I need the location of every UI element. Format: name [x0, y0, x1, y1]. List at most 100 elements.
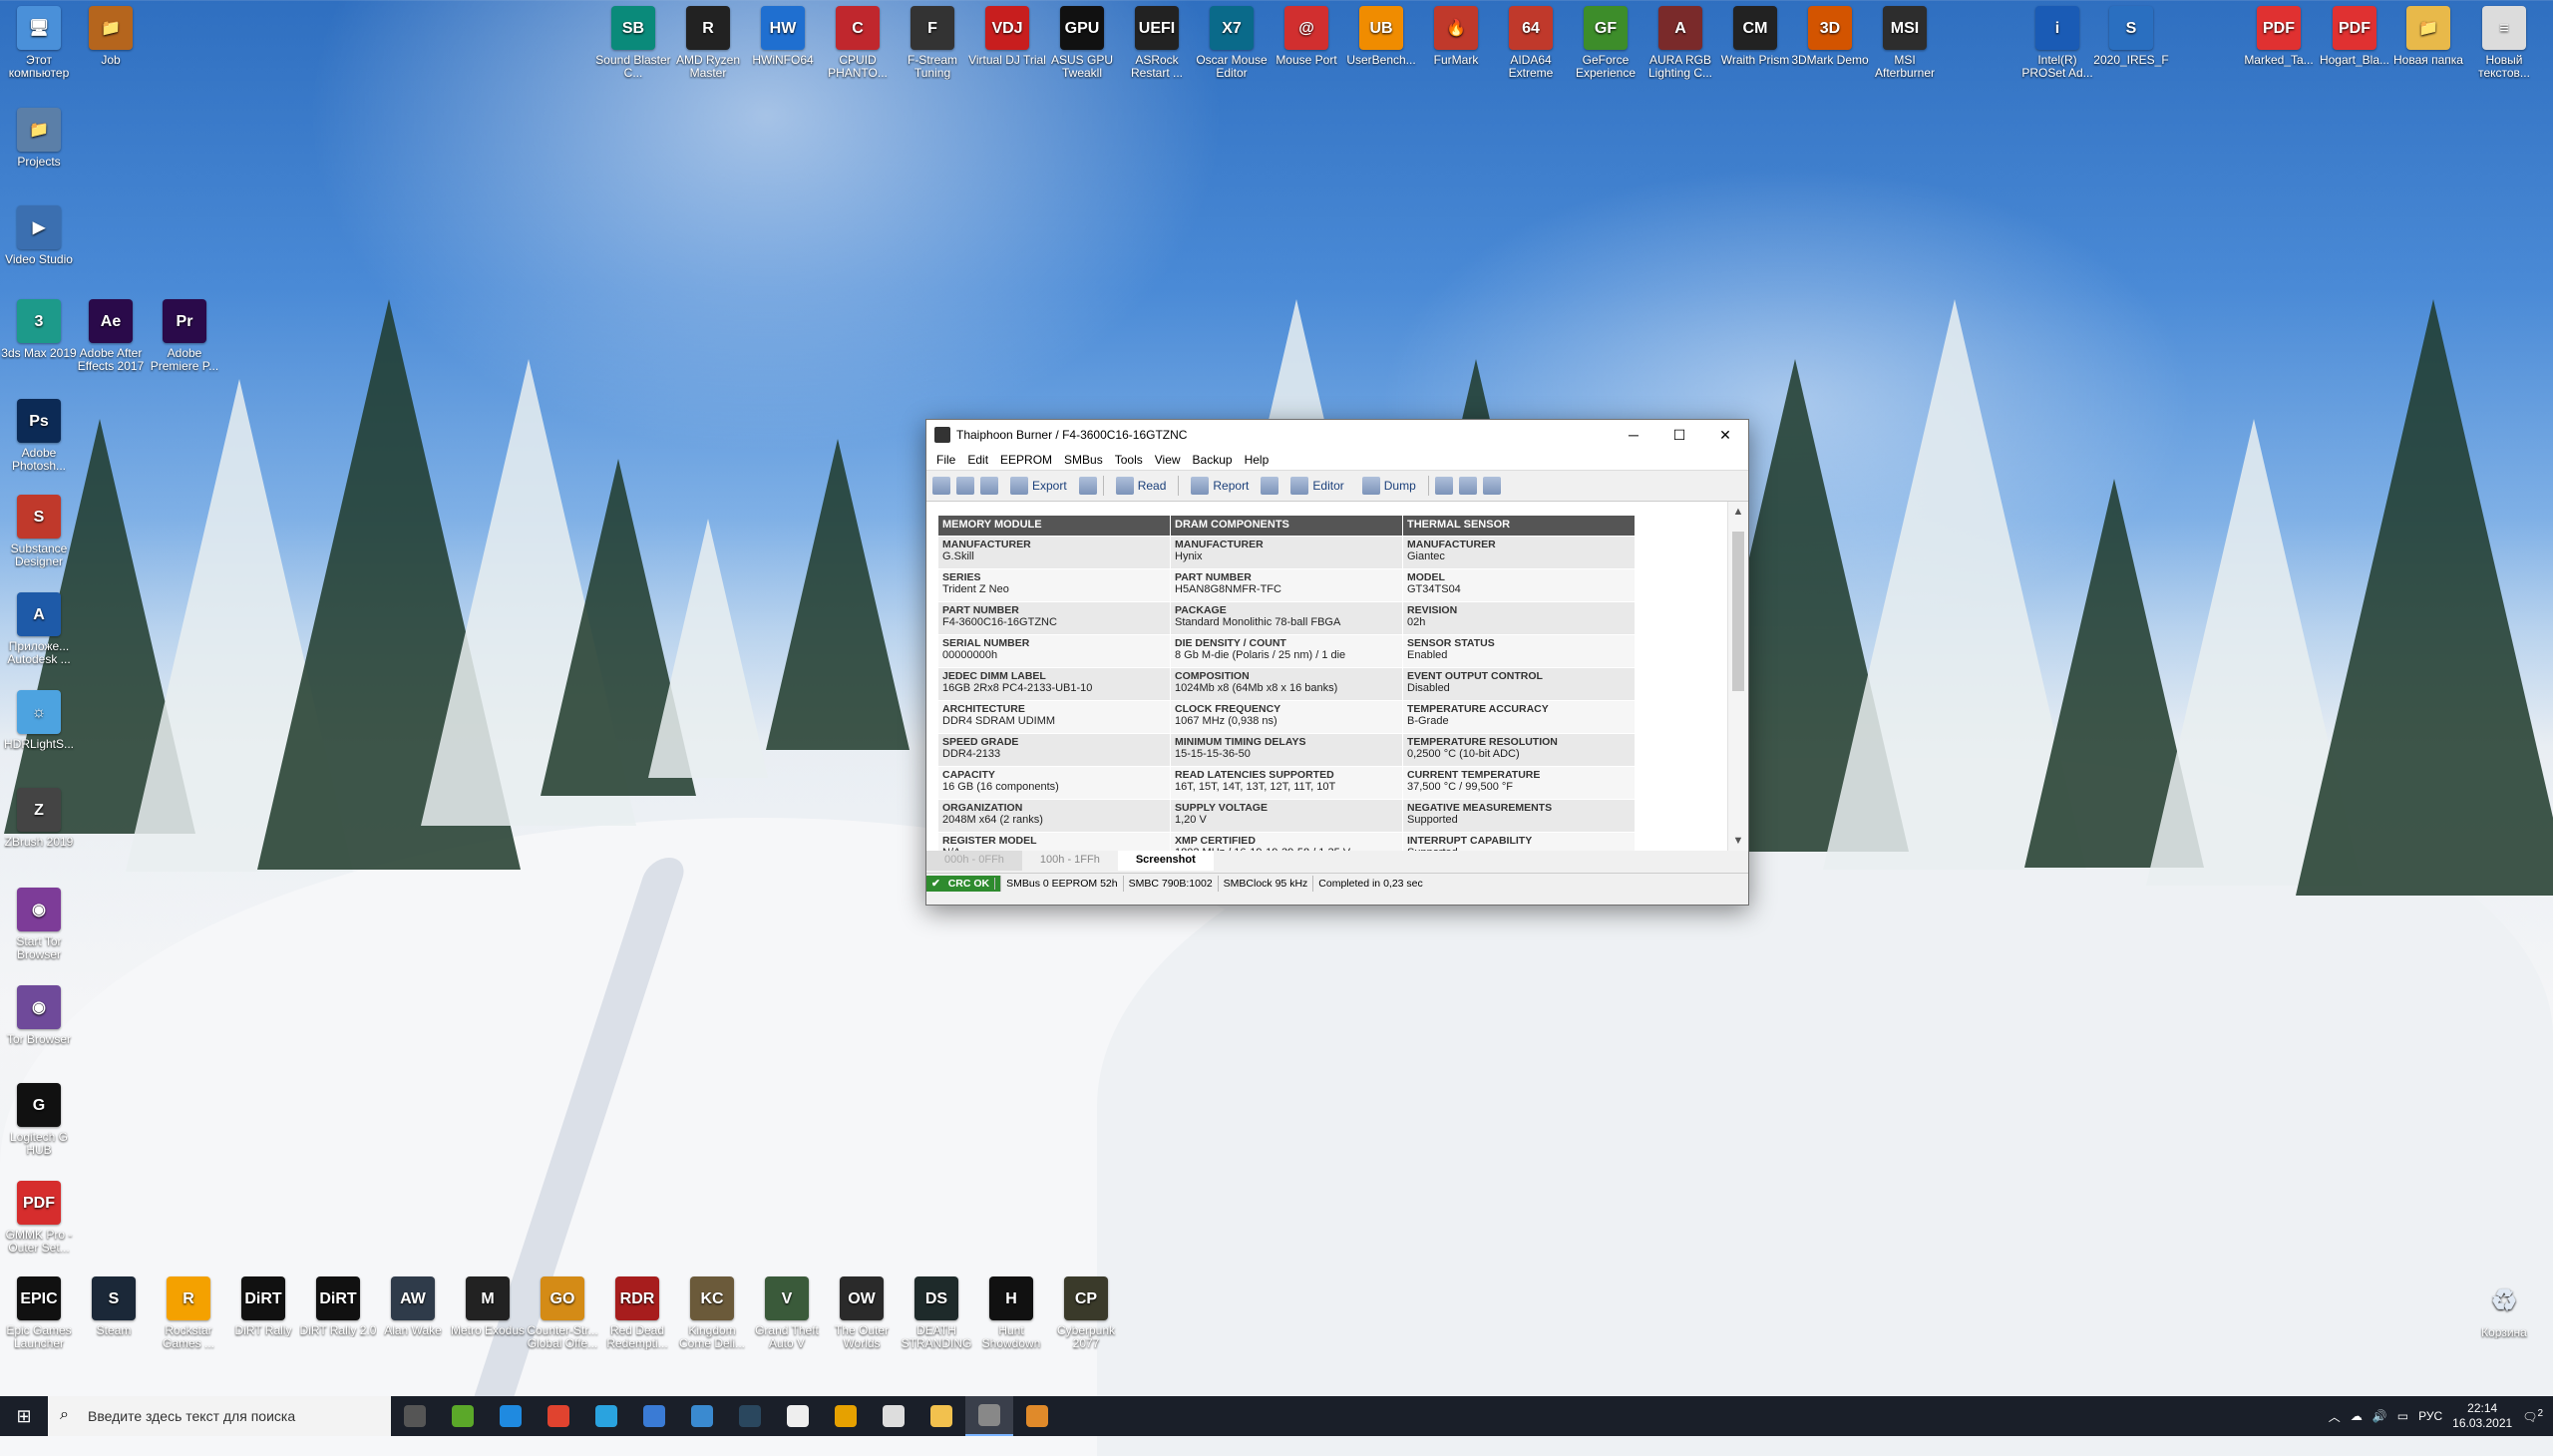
desktop-icon-top-9[interactable]: @ Mouse Port [1268, 6, 1345, 67]
desktop-icon-top-8[interactable]: X7 Oscar Mouse Editor [1193, 6, 1271, 80]
menu-item-help[interactable]: Help [1239, 453, 1276, 467]
desktop-icon-top-1[interactable]: R AMD Ryzen Master [669, 6, 747, 80]
game-icon-1[interactable]: S Steam [75, 1276, 153, 1337]
search-box[interactable]: ⌕ Введите здесь текст для поиска [48, 1396, 391, 1436]
game-icon-4[interactable]: DiRT DiRT Rally 2.0 [299, 1276, 377, 1337]
tab-000h[interactable]: 000h - 0FFh [926, 851, 1022, 871]
close-button[interactable]: ✕ [1702, 420, 1748, 450]
desktop-icon-8[interactable]: Z ZBrush 2019 [0, 788, 78, 849]
game-icon-3[interactable]: DiRT DiRT Rally [224, 1276, 302, 1337]
desktop-icon-11[interactable]: G Logitech G HUB [0, 1083, 78, 1157]
volume-icon[interactable]: 🔊 [2372, 1409, 2387, 1423]
menu-item-view[interactable]: View [1149, 453, 1187, 467]
desktop-icon-top-3[interactable]: C CPUID PHANTO... [819, 6, 897, 80]
taskbar-epic[interactable] [870, 1396, 917, 1436]
menu-item-backup[interactable]: Backup [1187, 453, 1239, 467]
export-button[interactable]: Export [1004, 477, 1073, 495]
scroll-up-icon[interactable]: ▲ [1728, 506, 1748, 518]
lock-icon[interactable] [1078, 477, 1097, 495]
desktop-icon-1[interactable]: 📁 Projects [0, 108, 78, 169]
desktop-icon-2[interactable]: ▶ Video Studio [0, 205, 78, 266]
copy-icon[interactable] [1458, 477, 1477, 495]
game-icon-5[interactable]: AW Alan Wake [374, 1276, 452, 1337]
notification-icon[interactable]: 🗨2 [2522, 1408, 2543, 1424]
tab-100h[interactable]: 100h - 1FFh [1022, 851, 1118, 871]
desktop-icon-top-4[interactable]: F F-Stream Tuning [894, 6, 971, 80]
minimize-button[interactable]: ─ [1611, 420, 1656, 450]
desktop-icon-topright-3[interactable]: PDF Hogart_Bla... [2316, 6, 2393, 67]
save-icon[interactable] [980, 477, 998, 495]
thaiphoon-window[interactable]: Thaiphoon Burner / F4-3600C16-16GTZNC ─ … [925, 419, 1749, 906]
desktop-icon-top-15[interactable]: CM Wraith Prism [1716, 6, 1794, 67]
title-bar[interactable]: Thaiphoon Burner / F4-3600C16-16GTZNC ─ … [926, 420, 1748, 450]
language-indicator[interactable]: РУС [2418, 1409, 2442, 1423]
menu-item-smbus[interactable]: SMBus [1058, 453, 1109, 467]
clock[interactable]: 22:14 16.03.2021 [2452, 1401, 2512, 1431]
dump-button[interactable]: Dump [1356, 477, 1422, 495]
desktop-icon-top-0[interactable]: SB Sound Blaster C... [594, 6, 672, 80]
desktop-icon-5[interactable]: S Substance Designer [0, 495, 78, 568]
desktop-icon-topright-1[interactable]: S 2020_IRES_F [2092, 6, 2170, 67]
taskbar-store[interactable] [630, 1396, 678, 1436]
game-icon-6[interactable]: M Metro Exodus [449, 1276, 527, 1337]
chevron-up-icon[interactable]: ︿ [2329, 1408, 2341, 1425]
game-icon-12[interactable]: DS DEATH STRANDING [898, 1276, 975, 1350]
desktop-icon-top-11[interactable]: 🔥 FurMark [1417, 6, 1495, 67]
desktop-icon-10[interactable]: ◉ Tor Browser [0, 985, 78, 1046]
wrench-icon[interactable] [1261, 477, 1279, 495]
game-icon-14[interactable]: CP Cyberpunk 2077 [1047, 1276, 1125, 1350]
read-button[interactable]: Read [1110, 477, 1173, 495]
refresh-icon[interactable] [932, 477, 950, 495]
desktop-icon-top-7[interactable]: UEFI ASRock Restart ... [1118, 6, 1196, 80]
desktop-icon-top-6[interactable]: GPU ASUS GPU Tweakll [1043, 6, 1121, 80]
menu-item-edit[interactable]: Edit [961, 453, 994, 467]
desktop-icon-9[interactable]: ◉ Start Tor Browser [0, 888, 78, 961]
desktop-icon-0[interactable]: 🖥 Этот компьютер [0, 6, 78, 80]
desktop-icon-3[interactable]: 3 3ds Max 2019 [0, 299, 78, 360]
game-icon-13[interactable]: H Hunt Showdown [972, 1276, 1050, 1350]
settings-icon[interactable] [1434, 477, 1453, 495]
menu-item-eeprom[interactable]: EEPROM [994, 453, 1058, 467]
desktop-icon-topright-0[interactable]: i Intel(R) PROSet Ad... [2018, 6, 2096, 80]
game-icon-9[interactable]: KC Kingdom Come Deli... [673, 1276, 751, 1350]
open-icon[interactable] [956, 477, 974, 495]
taskbar-thaiphoon[interactable] [965, 1396, 1013, 1436]
taskbar-steam[interactable] [726, 1396, 774, 1436]
desktop-icon-top-2[interactable]: HW HWiNFO64 [744, 6, 822, 67]
scroll-thumb[interactable] [1732, 532, 1744, 691]
desktop-icon-12[interactable]: PDF GMMK Pro - Outer Set... [0, 1181, 78, 1255]
game-icon-8[interactable]: RDR Red Dead Redempti... [598, 1276, 676, 1350]
desktop-icon-topright-5[interactable]: ≡ Новый текстов... [2465, 6, 2543, 80]
recycle-bin[interactable]: ♻ Корзина [2465, 1278, 2543, 1339]
desktop-icon-top-14[interactable]: A AURA RGB Lighting C... [1641, 6, 1719, 80]
desktop-icon-top-12[interactable]: 64 AIDA64 Extreme [1492, 6, 1570, 80]
taskbar-mail[interactable] [678, 1396, 726, 1436]
menu-item-tools[interactable]: Tools [1109, 453, 1149, 467]
start-button[interactable]: ⊞ [0, 1396, 48, 1436]
taskbar-chrome[interactable] [535, 1396, 582, 1436]
desktop-icon-top-10[interactable]: UB UserBench... [1342, 6, 1420, 67]
desktop-icon-topright-4[interactable]: 📁 Новая папка [2389, 6, 2467, 67]
maximize-button[interactable]: ☐ [1656, 420, 1702, 450]
game-icon-2[interactable]: R Rockstar Games ... [150, 1276, 227, 1350]
taskbar-telegram[interactable] [582, 1396, 630, 1436]
desktop-icon-4[interactable]: Ps Adobe Photosh... [0, 399, 78, 473]
taskbar-app-orange[interactable] [1013, 1396, 1061, 1436]
cloud-icon[interactable]: ☁ [2351, 1409, 2363, 1423]
game-icon-7[interactable]: GO Counter-Str... Global Offe... [524, 1276, 601, 1350]
taskbar-task-view[interactable] [391, 1396, 439, 1436]
desktop-icon-7[interactable]: ☼ HDRLightS... [0, 690, 78, 751]
vertical-scrollbar[interactable]: ▲ ▼ [1727, 502, 1748, 851]
editor-button[interactable]: Editor [1284, 477, 1349, 495]
desktop-icon-top-5[interactable]: VDJ Virtual DJ Trial [968, 6, 1046, 67]
desktop-icon-6[interactable]: A Приложе... Autodesk ... [0, 592, 78, 666]
desktop-icon-top-17[interactable]: MSI MSI Afterburner [1866, 6, 1944, 80]
scroll-down-icon[interactable]: ▼ [1728, 835, 1748, 847]
desktop-icon-top-13[interactable]: GF GeForce Experience [1567, 6, 1644, 80]
tab-screenshot[interactable]: Screenshot [1117, 851, 1214, 871]
taskbar-edge[interactable] [487, 1396, 535, 1436]
menu-item-file[interactable]: File [930, 453, 961, 467]
screen-icon[interactable] [1482, 477, 1501, 495]
game-icon-0[interactable]: EPIC Epic Games Launcher [0, 1276, 78, 1350]
network-icon[interactable]: ▭ [2397, 1409, 2408, 1423]
